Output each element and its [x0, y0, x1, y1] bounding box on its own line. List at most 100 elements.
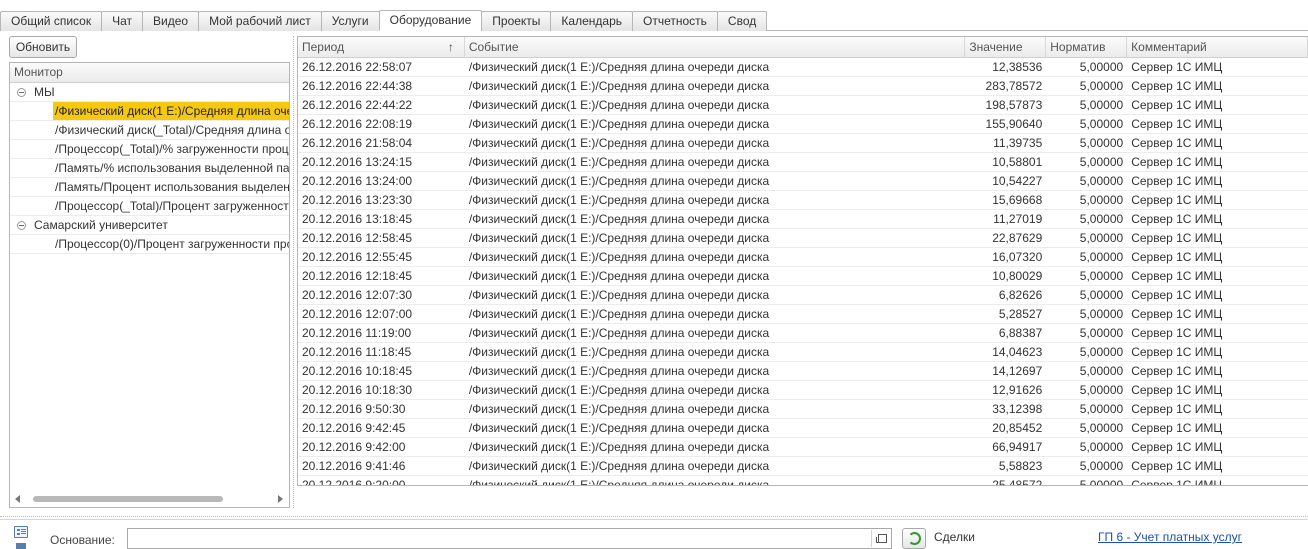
table-row[interactable]: 20.12.2016 10:18:30/Физический диск(1 E:…	[298, 381, 1308, 400]
table-row[interactable]: 20.12.2016 12:07:30/Физический диск(1 E:…	[298, 286, 1308, 305]
table-row[interactable]: 20.12.2016 13:24:15/Физический диск(1 E:…	[298, 153, 1308, 172]
column-header-event[interactable]: Событие	[465, 37, 966, 57]
tree-item-label: /Физический диск(_Total)/Средняя длина о…	[55, 123, 289, 137]
cell-value: 10,58801	[992, 155, 1043, 169]
table-row[interactable]: 20.12.2016 13:18:45/Физический диск(1 E:…	[298, 210, 1308, 229]
tree-group-label: Самарский университет	[34, 218, 168, 232]
tab-7[interactable]: Календарь	[550, 11, 633, 31]
scroll-right-icon[interactable]	[278, 495, 283, 503]
cell-norm: 5,00000	[1079, 383, 1124, 397]
table-row[interactable]: 20.12.2016 13:23:30/Физический диск(1 E:…	[298, 191, 1308, 210]
table-row[interactable]: 20.12.2016 9:20:00/Физический диск(1 E:)…	[298, 476, 1308, 486]
refresh-deals-button[interactable]	[902, 528, 926, 549]
panel-splitter[interactable]	[293, 36, 295, 508]
cell-comment: Сервер 1С ИМЦ	[1131, 478, 1223, 486]
collapse-icon[interactable]	[17, 221, 26, 230]
tree-item[interactable]: /Процессор(_Total)/% загруженности проце…	[10, 140, 289, 159]
column-header-label: Период	[302, 40, 345, 54]
refresh-button[interactable]: Обновить	[9, 36, 77, 58]
cell-comment: Сервер 1С ИМЦ	[1131, 269, 1223, 283]
panel-icon[interactable]	[16, 543, 26, 549]
tree-item[interactable]: /Физический диск(1 E:)/Средняя длина оче…	[10, 102, 289, 121]
table-row[interactable]: 26.12.2016 22:44:38/Физический диск(1 E:…	[298, 77, 1308, 96]
cell-norm: 5,00000	[1079, 478, 1124, 486]
cell-comment: Сервер 1С ИМЦ	[1131, 79, 1223, 93]
cell-period: 20.12.2016 12:18:45	[302, 269, 413, 283]
column-header-comment[interactable]: Комментарий	[1127, 37, 1308, 57]
paid-services-link[interactable]: ГП 6 - Учет платных услуг	[1098, 530, 1242, 544]
tab-8[interactable]: Отчетность	[632, 11, 718, 31]
table-row[interactable]: 20.12.2016 12:58:45/Физический диск(1 E:…	[298, 229, 1308, 248]
table-row[interactable]: 26.12.2016 21:58:04/Физический диск(1 E:…	[298, 134, 1308, 153]
cell-norm: 5,00000	[1079, 193, 1124, 207]
column-header-norm[interactable]: Норматив	[1046, 37, 1128, 57]
table-row[interactable]: 20.12.2016 12:55:45/Физический диск(1 E:…	[298, 248, 1308, 267]
collapse-icon[interactable]	[17, 88, 26, 97]
cell-comment: Сервер 1С ИМЦ	[1131, 250, 1223, 264]
tree-horizontal-scrollbar[interactable]	[10, 493, 289, 505]
cell-value: 283,78572	[985, 79, 1043, 93]
cell-comment: Сервер 1С ИМЦ	[1131, 193, 1223, 207]
open-icon[interactable]	[871, 530, 890, 547]
table-row[interactable]: 20.12.2016 11:18:45/Физический диск(1 E:…	[298, 343, 1308, 362]
cell-value: 66,94917	[992, 440, 1043, 454]
cell-norm: 5,00000	[1079, 174, 1124, 188]
table-row[interactable]: 20.12.2016 13:24:00/Физический диск(1 E:…	[298, 172, 1308, 191]
scroll-left-icon[interactable]	[15, 495, 20, 503]
tab-6[interactable]: Проекты	[481, 11, 552, 31]
table-row[interactable]: 20.12.2016 9:41:46/Физический диск(1 E:)…	[298, 457, 1308, 476]
list-form-icon[interactable]	[14, 526, 28, 538]
table-row[interactable]: 20.12.2016 9:42:45/Физический диск(1 E:)…	[298, 419, 1308, 438]
cell-event: /Физический диск(1 E:)/Средняя длина оче…	[468, 307, 770, 321]
table-row[interactable]: 20.12.2016 9:50:30/Физический диск(1 E:)…	[298, 400, 1308, 419]
table-row[interactable]: 20.12.2016 12:07:00/Физический диск(1 E:…	[298, 305, 1308, 324]
tab-1[interactable]: Чат	[101, 11, 143, 31]
table-row[interactable]: 20.12.2016 11:19:00/Физический диск(1 E:…	[298, 324, 1308, 343]
column-header-period[interactable]: Период ↑	[298, 37, 465, 57]
tree-item-label: /Процессор(0)/Процент загруженности проц…	[55, 237, 289, 251]
tree-header: Монитор	[10, 63, 289, 83]
cell-norm: 5,00000	[1079, 250, 1124, 264]
table-row[interactable]: 26.12.2016 22:58:07/Физический диск(1 E:…	[298, 58, 1308, 77]
tree-item[interactable]: /Процессор(_Total)/Процент загруженности…	[10, 197, 289, 216]
tab-0[interactable]: Общий список	[0, 11, 103, 31]
osnovanie-label: Основание:	[50, 533, 115, 547]
cell-comment: Сервер 1С ИМЦ	[1131, 212, 1223, 226]
cell-norm: 5,00000	[1079, 421, 1124, 435]
tree-item[interactable]: /Память/% использования выделенной памят…	[10, 159, 289, 178]
scroll-thumb[interactable]	[33, 496, 223, 502]
tree-item[interactable]: /Память/Процент использования выделенной…	[10, 178, 289, 197]
osnovanie-field[interactable]	[127, 528, 892, 549]
tree-item[interactable]: /Физический диск(_Total)/Средняя длина о…	[10, 121, 289, 140]
cell-value: 10,80029	[992, 269, 1043, 283]
table-row[interactable]: 26.12.2016 22:44:22/Физический диск(1 E:…	[298, 96, 1308, 115]
cell-period: 20.12.2016 9:41:46	[302, 459, 406, 473]
cell-event: /Физический диск(1 E:)/Средняя длина оче…	[468, 60, 770, 74]
tab-5[interactable]: Оборудование	[378, 10, 483, 31]
cell-event: /Физический диск(1 E:)/Средняя длина оче…	[468, 459, 770, 473]
cell-period: 20.12.2016 13:18:45	[302, 212, 413, 226]
column-header-value[interactable]: Значение	[965, 37, 1047, 57]
cell-period: 20.12.2016 11:19:00	[302, 326, 412, 340]
tree-group[interactable]: МЫ	[10, 83, 289, 102]
tree-group[interactable]: Самарский университет	[10, 216, 289, 235]
cell-period: 20.12.2016 12:07:30	[302, 288, 413, 302]
cell-period: 20.12.2016 10:18:45	[302, 364, 413, 378]
table-row[interactable]: 20.12.2016 10:18:45/Физический диск(1 E:…	[298, 362, 1308, 381]
tree-item-label: /Память/Процент использования выделенной…	[55, 180, 289, 194]
table-row[interactable]: 26.12.2016 22:08:19/Физический диск(1 E:…	[298, 115, 1308, 134]
refresh-icon	[908, 532, 921, 545]
tab-4[interactable]: Услуги	[320, 11, 380, 31]
cell-period: 20.12.2016 10:18:30	[302, 383, 413, 397]
cell-period: 20.12.2016 9:42:45	[302, 421, 406, 435]
tree-item[interactable]: /Процессор(0)/Процент загруженности проц…	[10, 235, 289, 254]
tab-2[interactable]: Видео	[142, 11, 200, 31]
cell-value: 14,12697	[992, 364, 1043, 378]
tab-9[interactable]: Свод	[716, 11, 768, 31]
cell-norm: 5,00000	[1079, 326, 1124, 340]
tab-3[interactable]: Мой рабочий лист	[198, 11, 322, 31]
table-header: Период ↑ Событие Значение Норматив Комме…	[298, 37, 1308, 58]
table-row[interactable]: 20.12.2016 12:18:45/Физический диск(1 E:…	[298, 267, 1308, 286]
table-row[interactable]: 20.12.2016 9:42:00/Физический диск(1 E:)…	[298, 438, 1308, 457]
cell-norm: 5,00000	[1079, 212, 1124, 226]
